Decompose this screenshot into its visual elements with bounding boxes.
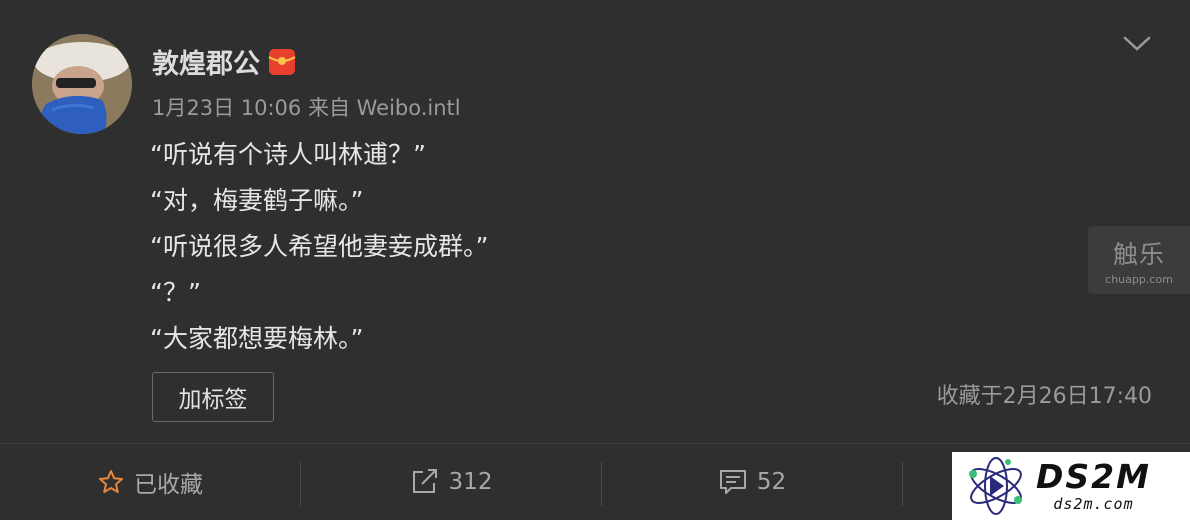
ds2m-watermark-url: ds2m.com [1053, 495, 1134, 513]
weibo-post-card: 敦煌郡公 1月23日 10:06 来自 Weibo.intl “听说有个诗人叫林… [0, 0, 1190, 520]
ds2m-watermark-text: DS2M ds2m.com [1036, 457, 1151, 514]
share-icon [412, 469, 437, 493]
chuapp-watermark-url: chuapp.com [1105, 272, 1173, 286]
comment-count: 52 [756, 469, 787, 495]
star-icon [99, 470, 123, 493]
ds2m-watermark-title: DS2M [1036, 457, 1151, 496]
post-line: “听说有个诗人叫林逋？” [150, 140, 426, 169]
post-line: “听说很多人希望他妻妾成群。” [150, 232, 489, 261]
chuapp-watermark: 触乐 chuapp.com [1088, 226, 1190, 294]
favorite-button[interactable]: 已收藏 [0, 444, 301, 520]
post-content: “听说有个诗人叫林逋？” “对，梅妻鹤子嘛。” “听说很多人希望他妻妾成群。” … [150, 132, 488, 362]
red-packet-icon [268, 48, 296, 75]
favorite-label: 已收藏 [134, 472, 203, 498]
chuapp-watermark-title: 触乐 [1112, 239, 1165, 269]
comment-button[interactable]: 52 [602, 444, 903, 520]
username-row: 敦煌郡公 [152, 42, 296, 81]
post-line: “大家都想要梅林。” [150, 324, 364, 353]
avatar-image [32, 34, 132, 134]
post-meta: 1月23日 10:06 来自 Weibo.intl [152, 96, 461, 120]
repost-count: 312 [448, 469, 493, 495]
avatar[interactable] [32, 34, 132, 134]
repost-button[interactable]: 312 [301, 444, 602, 520]
post-line: “？” [150, 278, 201, 307]
atom-logo-icon [969, 457, 1022, 515]
collected-time: 收藏于2月26日17:40 [936, 384, 1152, 409]
comment-icon [719, 470, 746, 494]
add-tag-button[interactable]: 加标签 [152, 372, 274, 422]
ds2m-watermark: DS2M ds2m.com [952, 452, 1190, 520]
post-line: “对，梅妻鹤子嘛。” [150, 186, 364, 215]
chevron-down-icon[interactable] [1122, 32, 1152, 54]
action-separator [902, 462, 903, 506]
username[interactable]: 敦煌郡公 [152, 42, 260, 81]
